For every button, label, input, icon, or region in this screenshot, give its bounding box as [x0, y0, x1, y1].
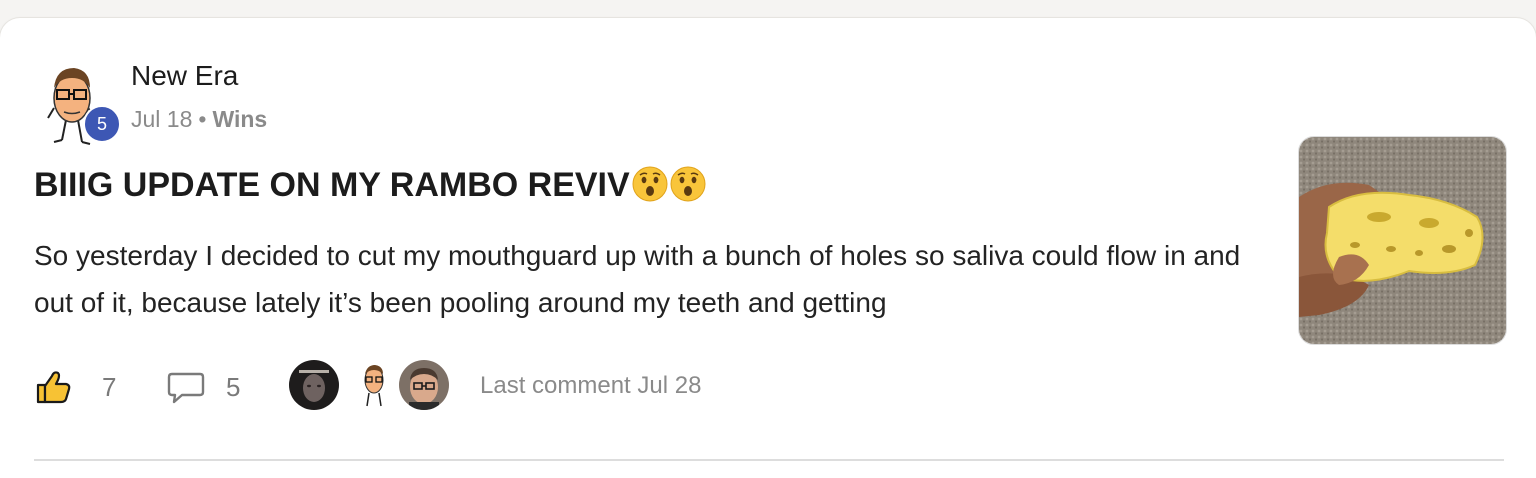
meta-separator: •: [198, 106, 207, 132]
mouthguard-photo-icon: [1299, 137, 1506, 344]
dark-selfie-icon: [289, 360, 339, 410]
post-category[interactable]: Wins: [212, 106, 267, 132]
post-date: Jul 18: [131, 106, 193, 132]
thumbs-up-icon[interactable]: [34, 368, 72, 406]
post-card[interactable]: 5 New Era Jul 18 • Wins BIIIG UPDATE ON MY…: [0, 18, 1536, 478]
post-title-text: BIIIG UPDATE ON MY RAMBO REVIV: [34, 166, 630, 204]
post-body-preview[interactable]: So yesterday I decided to cut my mouthgu…: [34, 232, 1264, 326]
post-actions: 7 5 Last comment Jul 28: [34, 358, 934, 414]
post-title[interactable]: BIIIG UPDATE ON MY RAMBO REVIV: [34, 162, 706, 208]
cartoon-man-glasses-icon: [349, 360, 399, 410]
commenter-avatar[interactable]: [289, 360, 339, 410]
last-comment-text: Last comment Jul 28: [480, 372, 702, 399]
hushed-face-icon: [632, 166, 668, 202]
commenter-avatar[interactable]: [399, 360, 449, 410]
comment-icon[interactable]: [166, 370, 206, 406]
commenter-avatar[interactable]: [349, 360, 399, 410]
like-count: 7: [102, 372, 117, 402]
author-name[interactable]: New Era: [131, 58, 238, 94]
divider: [34, 459, 1504, 461]
post-meta: Jul 18 • Wins: [131, 104, 267, 134]
level-badge: 5: [83, 105, 121, 143]
man-glasses-photo-icon: [399, 360, 449, 410]
post-thumbnail[interactable]: [1298, 136, 1507, 345]
hushed-face-icon: [670, 166, 706, 202]
commenter-avatars[interactable]: [289, 360, 459, 412]
comment-count: 5: [226, 372, 241, 402]
